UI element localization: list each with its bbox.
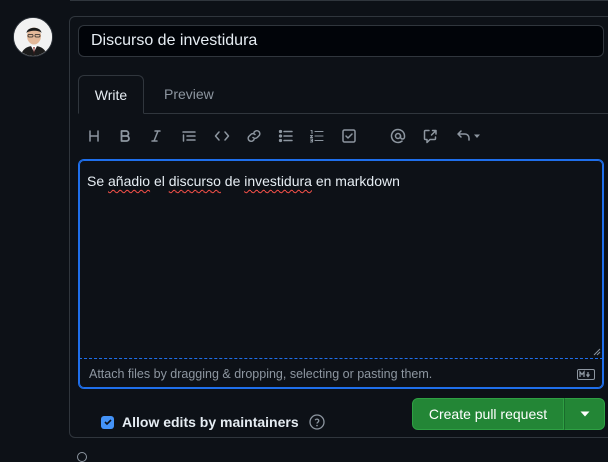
markdown-icon[interactable]: [577, 369, 595, 380]
create-pull-request-button[interactable]: Create pull request: [412, 398, 564, 430]
bold-icon[interactable]: [111, 124, 139, 148]
resize-handle-icon[interactable]: [593, 348, 601, 356]
allow-edits-label: Allow edits by maintainers: [122, 414, 299, 430]
allow-edits-option: Allow edits by maintainers: [101, 414, 325, 430]
italic-icon[interactable]: [142, 124, 170, 148]
allow-edits-checkbox[interactable]: [101, 415, 114, 429]
title-input[interactable]: Discurso de investidura: [78, 25, 604, 57]
create-pr-button-group: Create pull request: [412, 398, 605, 430]
unordered-list-icon[interactable]: [272, 124, 300, 148]
undo-icon[interactable]: [450, 124, 486, 148]
create-pr-options-button[interactable]: [564, 398, 605, 430]
check-icon: [103, 419, 112, 426]
top-divider: [70, 0, 608, 1]
tab-write[interactable]: Write: [78, 75, 144, 114]
code-icon[interactable]: [208, 124, 236, 148]
comment-editor: Se añadio el discurso de investidura en …: [78, 159, 604, 389]
tab-preview[interactable]: Preview: [148, 75, 230, 114]
timeline-badge-icon: [77, 452, 87, 462]
quote-icon[interactable]: [175, 124, 203, 148]
ordered-list-icon[interactable]: [303, 124, 331, 148]
link-icon[interactable]: [240, 124, 268, 148]
attach-files-hint[interactable]: Attach files by dragging & dropping, sel…: [79, 360, 603, 388]
user-avatar[interactable]: [13, 17, 53, 57]
heading-icon[interactable]: [80, 124, 108, 148]
mention-icon[interactable]: [384, 124, 412, 148]
chevron-down-icon: [473, 134, 480, 138]
caret-down-icon: [580, 411, 589, 417]
cross-reference-icon[interactable]: [416, 124, 444, 148]
comment-textarea[interactable]: Se añadio el discurso de investidura en …: [79, 160, 603, 359]
avatar-photo: [14, 18, 52, 56]
task-list-icon[interactable]: [335, 124, 363, 148]
question-icon[interactable]: [308, 414, 325, 430]
